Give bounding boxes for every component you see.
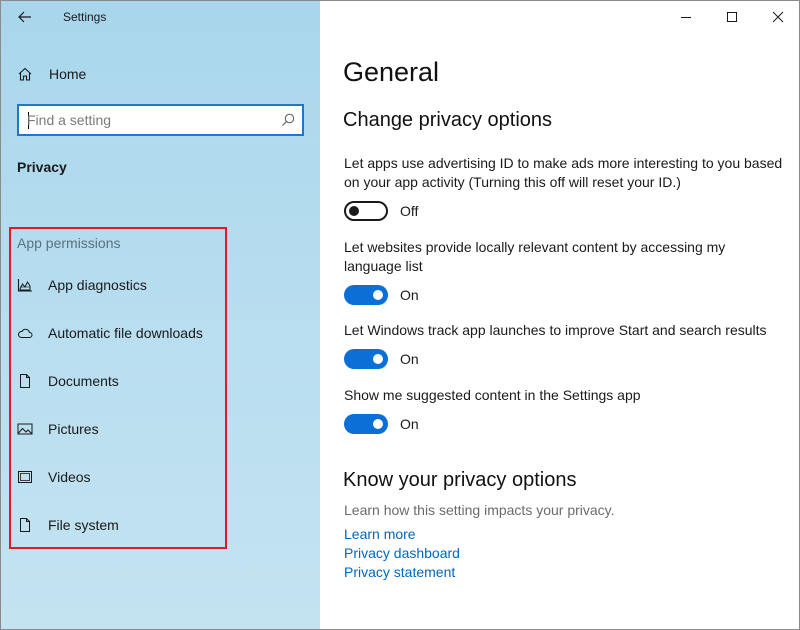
app-title: Settings xyxy=(63,10,107,24)
minimize-icon xyxy=(681,17,691,18)
maximize-button[interactable] xyxy=(709,1,755,33)
picture-icon xyxy=(17,421,33,437)
toggle-knob xyxy=(373,354,383,364)
language-list-toggle[interactable] xyxy=(344,285,388,305)
page-title: General xyxy=(343,57,440,87)
option-description: Let websites provide locally relevant co… xyxy=(344,239,726,274)
toggle-state-label: On xyxy=(400,416,419,432)
home-icon xyxy=(18,67,32,81)
change-privacy-heading: Change privacy options xyxy=(343,109,553,131)
advertising-id-toggle[interactable] xyxy=(344,201,388,221)
sidebar-item-label: Documents xyxy=(48,373,119,389)
privacy-dashboard-link[interactable]: Privacy dashboard xyxy=(344,545,460,561)
settings-window: Settings Home Privacy App permissions xyxy=(0,0,800,630)
toggle-state-label: On xyxy=(400,287,419,303)
sidebar-item-label: App diagnostics xyxy=(48,277,147,293)
home-label: Home xyxy=(49,66,87,82)
back-arrow-icon xyxy=(18,11,31,23)
track-app-launches-toggle[interactable] xyxy=(344,349,388,369)
sidebar-item-label: Automatic file downloads xyxy=(48,325,203,341)
suggested-content-toggle[interactable] xyxy=(344,414,388,434)
search-input[interactable] xyxy=(27,111,267,129)
option-description: Show me suggested content in the Setting… xyxy=(344,387,641,403)
cloud-icon xyxy=(17,325,33,341)
sidebar-item-label: Pictures xyxy=(48,421,99,437)
know-privacy-subtext: Learn how this setting impacts your priv… xyxy=(344,502,615,518)
close-button[interactable] xyxy=(755,1,799,33)
section-privacy-label: Privacy xyxy=(17,159,67,175)
app-diagnostics-icon xyxy=(17,277,33,293)
close-icon xyxy=(772,11,784,23)
home-nav-item[interactable]: Home xyxy=(17,63,86,85)
option-description: Let Windows track app launches to improv… xyxy=(344,322,767,338)
toggle-knob xyxy=(373,290,383,300)
sidebar: Settings Home Privacy App permissions xyxy=(1,1,320,629)
sidebar-item-documents[interactable]: Documents xyxy=(17,370,119,392)
toggle-state-label: On xyxy=(400,351,419,367)
search-box[interactable] xyxy=(17,104,304,136)
maximize-icon xyxy=(727,12,737,22)
back-button[interactable] xyxy=(13,7,37,27)
minimize-button[interactable] xyxy=(663,1,709,33)
app-permissions-header: App permissions xyxy=(17,235,121,251)
title-bar: Settings xyxy=(1,1,320,33)
sidebar-item-pictures[interactable]: Pictures xyxy=(17,418,99,440)
learn-more-link[interactable]: Learn more xyxy=(344,526,416,542)
sidebar-item-label: File system xyxy=(48,517,119,533)
know-privacy-heading: Know your privacy options xyxy=(343,469,577,491)
sidebar-item-automatic-file-downloads[interactable]: Automatic file downloads xyxy=(17,322,203,344)
video-icon xyxy=(17,469,33,485)
sidebar-item-app-diagnostics[interactable]: App diagnostics xyxy=(17,274,147,296)
toggle-knob xyxy=(349,206,359,216)
toggle-knob xyxy=(373,419,383,429)
main-content: General Change privacy options Let apps … xyxy=(320,1,799,629)
privacy-statement-link[interactable]: Privacy statement xyxy=(344,564,455,580)
toggle-state-label: Off xyxy=(400,203,419,219)
sidebar-item-file-system[interactable]: File system xyxy=(17,514,119,536)
sidebar-item-label: Videos xyxy=(48,469,91,485)
file-icon xyxy=(17,517,33,533)
sidebar-item-videos[interactable]: Videos xyxy=(17,466,91,488)
document-icon xyxy=(17,373,33,389)
option-description: Let apps use advertising ID to make ads … xyxy=(344,155,783,190)
search-icon[interactable] xyxy=(280,112,296,128)
